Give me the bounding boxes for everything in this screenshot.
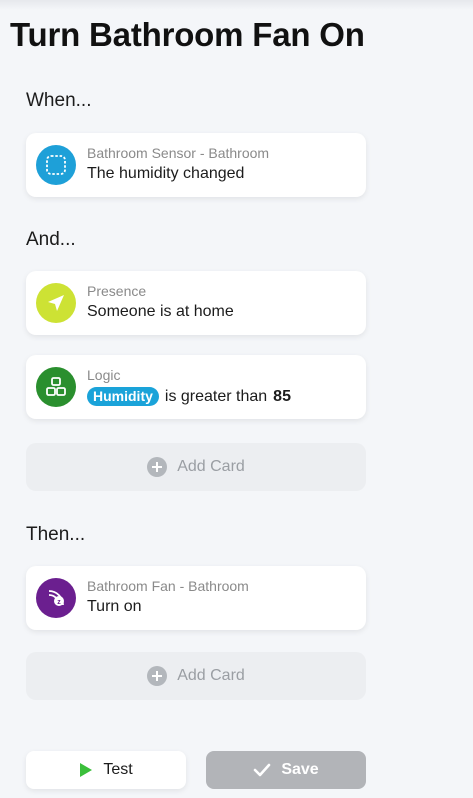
presence-condition: Someone is at home [87,303,234,320]
location-arrow-icon [36,283,76,323]
section-and-label: And... [26,229,76,250]
presence-label: Presence [87,283,147,299]
trigger-device-name: Bathroom Sensor - Bathroom [87,145,270,161]
svg-text:z: z [57,599,61,606]
logic-label: Logic [87,367,121,383]
logic-value[interactable]: 85 [273,388,291,406]
trigger-card[interactable]: Bathroom Sensor - Bathroom The humidity … [26,133,366,197]
logic-expression: Humidity is greater than 85 [87,387,291,406]
humidity-token[interactable]: Humidity [87,387,159,406]
sensor-icon [36,145,76,185]
section-then-label: Then... [26,524,86,545]
trigger-condition: The humidity changed [87,165,245,182]
page-title: Turn Bathroom Fan On [10,16,365,53]
save-button-label: Save [281,761,319,778]
plus-icon [147,457,168,477]
presence-card[interactable]: Presence Someone is at home [26,271,366,335]
test-button-label: Test [103,761,133,778]
action-device-name: Bathroom Fan - Bathroom [87,578,249,594]
add-action-card-button[interactable]: Add Card [26,652,366,700]
logic-blocks-icon [36,367,76,407]
save-button[interactable]: Save [206,751,366,789]
play-icon [79,762,93,778]
section-when-label: When... [26,90,92,111]
logic-card[interactable]: Logic Humidity is greater than 85 [26,355,366,419]
add-condition-card-button[interactable]: Add Card [26,443,366,491]
plus-icon [147,666,168,686]
header-shadow [0,0,473,10]
zwave-fan-icon: z [36,578,76,618]
action-command: Turn on [87,598,142,615]
checkmark-icon [253,763,271,777]
add-card-label: Add Card [177,667,245,684]
logic-operator: is greater than [164,387,268,405]
test-button[interactable]: Test [26,751,186,789]
add-card-label: Add Card [177,458,245,475]
action-card[interactable]: z Bathroom Fan - Bathroom Turn on [26,566,366,630]
